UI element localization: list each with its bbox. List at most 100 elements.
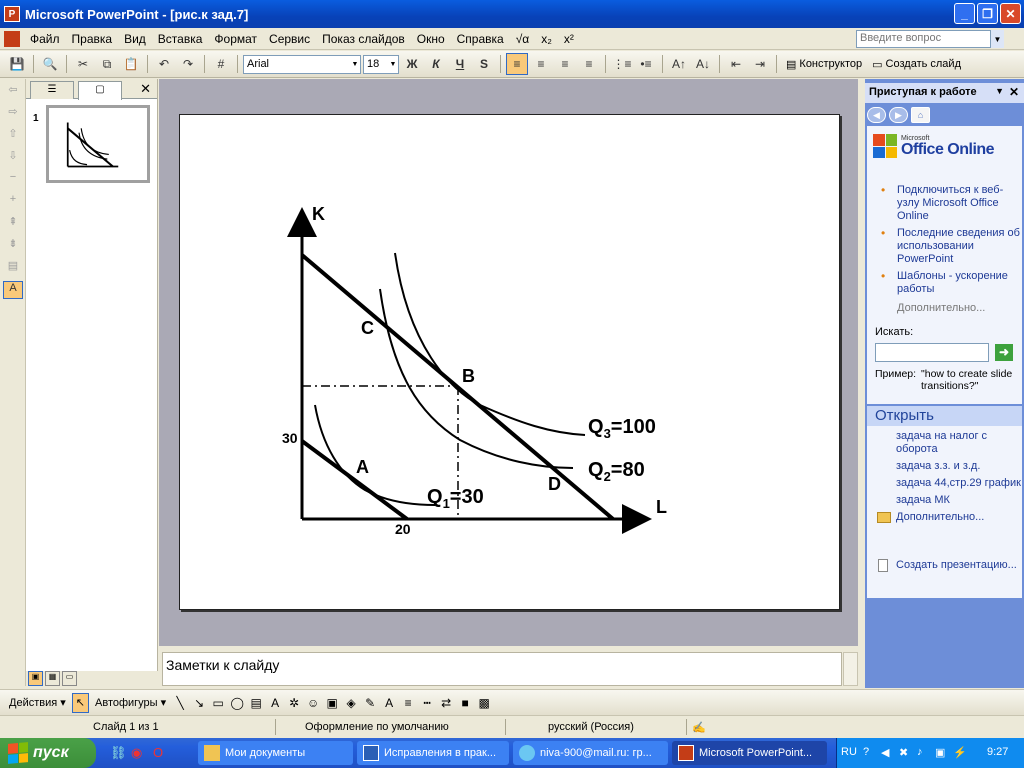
search-input[interactable] <box>875 343 989 362</box>
decrease-indent-icon[interactable]: ⇤ <box>725 53 747 75</box>
line-style-icon[interactable]: ≡ <box>400 695 416 711</box>
bullets-icon[interactable]: •≡ <box>635 53 657 75</box>
subscript-button[interactable]: x₂ <box>535 32 558 46</box>
undo-icon[interactable]: ↶ <box>153 53 175 75</box>
link-templates[interactable]: Шаблоны - ускорение работы <box>877 270 1022 296</box>
task-powerpoint[interactable]: Microsoft PowerPoint... <box>672 741 827 765</box>
superscript-button[interactable]: x² <box>558 32 580 46</box>
tray-app-icon[interactable]: ▣ <box>935 746 945 759</box>
picture-icon[interactable]: ▣ <box>324 695 340 711</box>
line-color-icon[interactable]: ✎ <box>362 695 378 711</box>
chevron-down-icon[interactable]: ▼ <box>388 56 398 73</box>
go-arrow-icon[interactable]: ➜ <box>995 344 1013 361</box>
menu-view[interactable]: Вид <box>118 32 152 46</box>
forward-icon[interactable]: ▶ <box>889 107 908 123</box>
cut-icon[interactable]: ✂ <box>72 53 94 75</box>
show-formatting-icon[interactable]: A <box>3 281 23 299</box>
slide-canvas[interactable]: K L C B A D 30 20 Q3=100 Q2=80 Q1=30 <box>179 114 840 610</box>
collapse-all-icon[interactable]: ⇞ <box>3 215 23 233</box>
recent-file-1[interactable]: задача на налог с оборота <box>867 430 1022 456</box>
language-indicator[interactable]: RU <box>841 746 857 758</box>
close-icon[interactable]: ✕ <box>140 81 151 97</box>
copy-icon[interactable]: ⧉ <box>96 53 118 75</box>
oval-icon[interactable]: ◯ <box>229 695 245 711</box>
close-icon[interactable]: ✕ <box>1009 85 1019 99</box>
chevron-down-icon[interactable]: ▼ <box>350 56 360 73</box>
menu-insert[interactable]: Вставка <box>152 32 209 46</box>
restore-button[interactable]: ❐ <box>977 3 998 24</box>
menu-window[interactable]: Окно <box>411 32 451 46</box>
start-button[interactable]: пуск <box>0 738 96 768</box>
recent-file-3[interactable]: задача 44,стр.29 график <box>867 477 1022 490</box>
promote-icon[interactable]: ⇦ <box>3 83 23 101</box>
font-size-select[interactable]: 18 ▼ <box>363 54 399 74</box>
justify-icon[interactable]: ≡ <box>578 53 600 75</box>
tab-slides[interactable]: ▢ <box>78 81 122 100</box>
decrease-font-icon[interactable]: A↓ <box>692 53 714 75</box>
dash-style-icon[interactable]: ┅ <box>419 695 435 711</box>
menu-slideshow[interactable]: Показ слайдов <box>316 32 411 46</box>
font-color-icon[interactable]: A <box>381 695 397 711</box>
arrow-icon[interactable]: ↘ <box>191 695 207 711</box>
close-button[interactable]: ✕ <box>1000 3 1021 24</box>
clipart-icon[interactable]: ☺ <box>305 695 321 711</box>
notes-scrollbar[interactable] <box>843 652 858 686</box>
menu-file[interactable]: Файл <box>24 32 66 46</box>
move-down-icon[interactable]: ⇩ <box>3 149 23 167</box>
opera-o-icon[interactable]: O <box>153 745 163 760</box>
volume-icon[interactable]: ♪ <box>917 746 923 758</box>
rectangle-icon[interactable]: ▭ <box>210 695 226 711</box>
italic-button[interactable]: К <box>425 53 447 75</box>
open-more-link[interactable]: Дополнительно... <box>867 511 1022 524</box>
slideshow-view-icon[interactable]: ▭ <box>62 671 77 686</box>
chevron-down-icon[interactable]: ▼ <box>995 86 1004 96</box>
chevron-down-icon[interactable]: ▼ <box>990 30 1004 48</box>
expand-all-icon[interactable]: ⇟ <box>3 237 23 255</box>
task-my-documents[interactable]: Мои документы <box>198 741 353 765</box>
link-office-online[interactable]: Подключиться к веб-узлу Microsoft Office… <box>877 184 1022 223</box>
normal-view-icon[interactable]: ▣ <box>28 671 43 686</box>
fill-color-icon[interactable]: ◈ <box>343 695 359 711</box>
align-right-icon[interactable]: ≡ <box>554 53 576 75</box>
slide-thumbnail[interactable] <box>46 105 150 183</box>
sorter-view-icon[interactable]: ▦ <box>45 671 60 686</box>
demote-icon[interactable]: ⇨ <box>3 105 23 123</box>
select-arrow-icon[interactable]: ↖ <box>71 692 89 713</box>
new-slide-button[interactable]: ▭ Создать слайд <box>868 53 965 75</box>
align-center-icon[interactable]: ≡ <box>530 53 552 75</box>
paste-icon[interactable]: 📋 <box>120 53 142 75</box>
minimize-button[interactable]: _ <box>954 3 975 24</box>
link-latest-news[interactable]: Последние сведения об использовании Powe… <box>877 227 1022 266</box>
expand-icon[interactable]: + <box>3 193 23 211</box>
recent-file-2[interactable]: задача з.з. и з.д. <box>867 460 1022 473</box>
collapse-tray-icon[interactable]: ◀ <box>881 746 889 759</box>
diagram-icon[interactable]: ✲ <box>286 695 302 711</box>
equation-button[interactable]: √α <box>510 32 536 46</box>
autoshapes-menu[interactable]: Автофигуры ▾ <box>92 693 169 713</box>
document-icon[interactable] <box>4 30 20 47</box>
bold-button[interactable]: Ж <box>401 53 423 75</box>
move-up-icon[interactable]: ⇧ <box>3 127 23 145</box>
help-search-input[interactable]: Введите вопрос <box>856 30 1004 48</box>
tab-outline[interactable]: ☰ <box>30 81 74 99</box>
spellcheck-icon[interactable]: ✍ <box>692 721 706 734</box>
menu-edit[interactable]: Правка <box>66 32 119 46</box>
notes-pane[interactable]: Заметки к слайду <box>162 652 842 686</box>
line-icon[interactable]: ╲ <box>172 695 188 711</box>
recent-file-4[interactable]: задача МК <box>867 494 1022 507</box>
grid-icon[interactable]: # <box>210 53 232 75</box>
increase-font-icon[interactable]: A↑ <box>668 53 690 75</box>
antivirus-icon[interactable]: ✖ <box>899 746 908 759</box>
create-presentation-link[interactable]: Создать презентацию... <box>867 559 1022 572</box>
textbox-icon[interactable]: ▤ <box>248 695 264 711</box>
underline-button[interactable]: Ч <box>449 53 471 75</box>
task-mail[interactable]: niva-900@mail.ru: гр... <box>513 741 668 765</box>
font-name-select[interactable]: Arial ▼ <box>243 54 361 74</box>
back-icon[interactable]: ◀ <box>867 107 886 123</box>
align-left-icon[interactable]: ≡ <box>506 53 528 75</box>
task-pane-header[interactable]: Приступая к работе ▼ ✕ <box>865 83 1024 103</box>
menu-tools[interactable]: Сервис <box>263 32 316 46</box>
connection-icon[interactable]: ⚡ <box>953 746 967 759</box>
increase-indent-icon[interactable]: ⇥ <box>749 53 771 75</box>
home-icon[interactable]: ⌂ <box>911 107 930 123</box>
